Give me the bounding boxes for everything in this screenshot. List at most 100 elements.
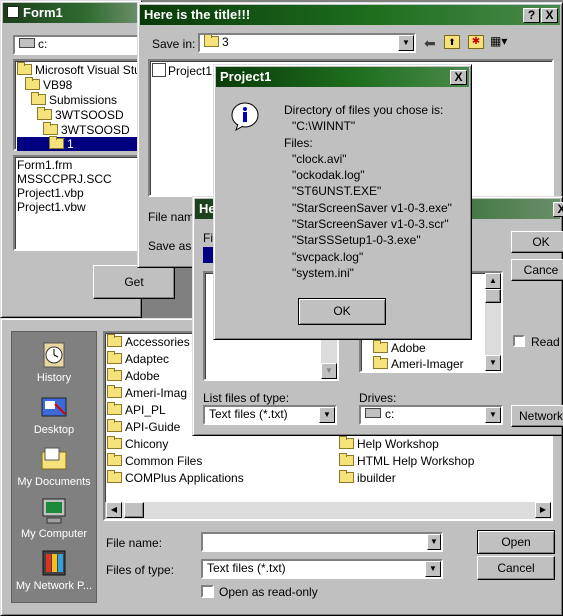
- list-item[interactable]: Chicony: [107, 436, 168, 451]
- message-box: Project1 X Directory of files you chose …: [213, 64, 472, 340]
- list-item[interactable]: 3WTSOOSD: [43, 122, 130, 137]
- place-my-computer[interactable]: My Computer: [12, 496, 96, 540]
- vb-cancel-button[interactable]: Cance: [511, 259, 563, 281]
- list-item[interactable]: Adobe: [107, 368, 160, 383]
- msgbox-titlebar: Project1: [216, 67, 469, 87]
- view-menu-icon[interactable]: ▦▾: [490, 35, 510, 48]
- list-item[interactable]: Ameri-Imager: [373, 356, 464, 371]
- get-button[interactable]: Get: [93, 265, 175, 299]
- scroll-right-button[interactable]: ▶: [535, 502, 551, 518]
- form1-dir-list[interactable]: Microsoft Visual Stud VB98 Submissions 3…: [13, 59, 148, 151]
- save-in-select[interactable]: 3 ▼: [198, 33, 416, 53]
- network-places-icon: [42, 550, 66, 576]
- chevron-down-icon[interactable]: ▼: [485, 407, 501, 423]
- list-item[interactable]: Adaptec: [107, 351, 169, 366]
- open-button[interactable]: Open: [477, 530, 555, 554]
- list-item[interactable]: Adobe: [373, 340, 426, 355]
- folder-icon: [373, 356, 388, 369]
- list-item[interactable]: Help Workshop: [339, 436, 439, 451]
- place-history[interactable]: History: [12, 340, 96, 384]
- list-item[interactable]: VB98: [25, 77, 72, 92]
- folder-open-icon: [49, 136, 64, 149]
- vb-drives-select[interactable]: c: ▼: [359, 405, 503, 425]
- list-item[interactable]: Ameri-Imag: [107, 385, 187, 400]
- list-item[interactable]: ibuilder: [339, 470, 396, 485]
- list-item[interactable]: Submissions: [31, 92, 117, 107]
- drive-icon: [19, 38, 35, 48]
- vb-network-button[interactable]: Network: [511, 405, 563, 427]
- list-item[interactable]: MSSCCPRJ.SCC: [17, 172, 112, 186]
- scroll-down-button[interactable]: ▼: [485, 355, 501, 371]
- scroll-up-button[interactable]: ▲: [485, 273, 501, 289]
- form1-titlebar: Form1: [3, 3, 139, 23]
- folder-icon: [107, 436, 122, 449]
- form1-window: Form1 c: Microsoft Visual Stud VB98 Subm…: [0, 0, 175, 318]
- close-icon[interactable]: X: [450, 70, 467, 85]
- list-item[interactable]: Project1.vbp: [17, 186, 84, 200]
- chevron-down-icon[interactable]: ▼: [319, 407, 335, 423]
- list-item[interactable]: Common Files: [107, 453, 202, 468]
- close-icon[interactable]: X: [541, 8, 558, 23]
- new-folder-icon[interactable]: ✱: [468, 35, 484, 49]
- form-icon: [7, 6, 19, 18]
- back-arrow-icon[interactable]: ⬅: [424, 35, 436, 52]
- folder-icon: [107, 470, 122, 483]
- chevron-down-icon[interactable]: ▼: [427, 534, 441, 550]
- msgbox-line: "StarScreenSaver v1-0-3.scr": [292, 217, 449, 232]
- folder-open-icon: [25, 77, 40, 90]
- up-folder-icon[interactable]: ⬆: [444, 35, 460, 49]
- msgbox-message: Directory of files you chose is: "C:\WIN…: [284, 102, 452, 281]
- folder-icon: [107, 334, 122, 347]
- close-icon[interactable]: X: [553, 202, 563, 217]
- folder-icon: [339, 453, 354, 466]
- open-cancel-button[interactable]: Cancel: [477, 556, 555, 580]
- open-file-name-field[interactable]: [201, 532, 443, 552]
- place-desktop[interactable]: Desktop: [12, 392, 96, 436]
- place-my-documents[interactable]: My Documents: [12, 444, 96, 488]
- vb-ok-button[interactable]: OK: [511, 231, 563, 253]
- msgbox-line: "ockodak.log": [292, 168, 365, 183]
- open-files-of-type-label: Files of type:: [106, 563, 175, 577]
- msgbox-ok-button[interactable]: OK: [298, 298, 386, 325]
- open-files-of-type-select[interactable]: Text files (*.txt) ▼: [201, 559, 443, 579]
- save-dialog-titlebar: Here is the title!!!: [140, 5, 560, 25]
- list-item[interactable]: Project1.vbw: [17, 200, 86, 214]
- list-item[interactable]: 3WTSOOSD: [37, 107, 124, 122]
- form1-file-list[interactable]: Form1.frm MSSCCPRJ.SCC Project1.vbp Proj…: [13, 155, 143, 251]
- list-item[interactable]: API-Guide: [107, 419, 180, 434]
- scroll-left-button[interactable]: ◀: [106, 502, 122, 518]
- help-button[interactable]: ?: [523, 8, 540, 23]
- msgbox-line: "C:\WINNT": [292, 119, 356, 134]
- list-item[interactable]: API_PL: [107, 402, 166, 417]
- place-history-label: History: [36, 372, 72, 384]
- my-computer-icon: [42, 498, 66, 524]
- list-item[interactable]: HTML Help Workshop: [339, 453, 474, 468]
- scroll-down-button[interactable]: ▼: [321, 363, 337, 379]
- list-item[interactable]: COMPlus Applications: [107, 470, 244, 485]
- list-item[interactable]: Form1.frm: [17, 158, 72, 172]
- places-bar: History Desktop My Documents My Computer…: [11, 331, 97, 603]
- chevron-down-icon[interactable]: ▼: [398, 35, 414, 51]
- vb-list-type-select[interactable]: Text files (*.txt) ▼: [203, 405, 337, 425]
- scroll-thumb[interactable]: [485, 289, 501, 303]
- list-item-selected[interactable]: 1: [17, 136, 141, 151]
- open-read-only-checkbox[interactable]: [201, 585, 214, 598]
- my-documents-icon: [41, 447, 67, 470]
- folder-icon: [107, 453, 122, 466]
- list-item[interactable]: Microsoft Visual Stud: [17, 62, 148, 77]
- open-list-hscrollbar[interactable]: ◀ ▶: [105, 502, 551, 519]
- folder-icon: [204, 35, 219, 47]
- save-in-label: Save in:: [152, 37, 196, 51]
- folder-icon: [107, 419, 122, 432]
- msgbox-line: "svcpack.log": [292, 249, 364, 264]
- vb-project-icon: [152, 63, 166, 77]
- form1-drive-list[interactable]: c:: [13, 35, 143, 55]
- drive-icon: [365, 408, 381, 418]
- vb-dir-list-scrollbar[interactable]: ▲ ▼: [485, 273, 501, 371]
- chevron-down-icon[interactable]: ▼: [425, 561, 441, 577]
- scroll-thumb[interactable]: [124, 502, 144, 518]
- place-my-network[interactable]: My Network P...: [12, 548, 96, 592]
- vb-read-only-checkbox[interactable]: [513, 335, 525, 347]
- list-item[interactable]: Accessories: [107, 334, 190, 349]
- list-item[interactable]: Project1: [152, 63, 212, 78]
